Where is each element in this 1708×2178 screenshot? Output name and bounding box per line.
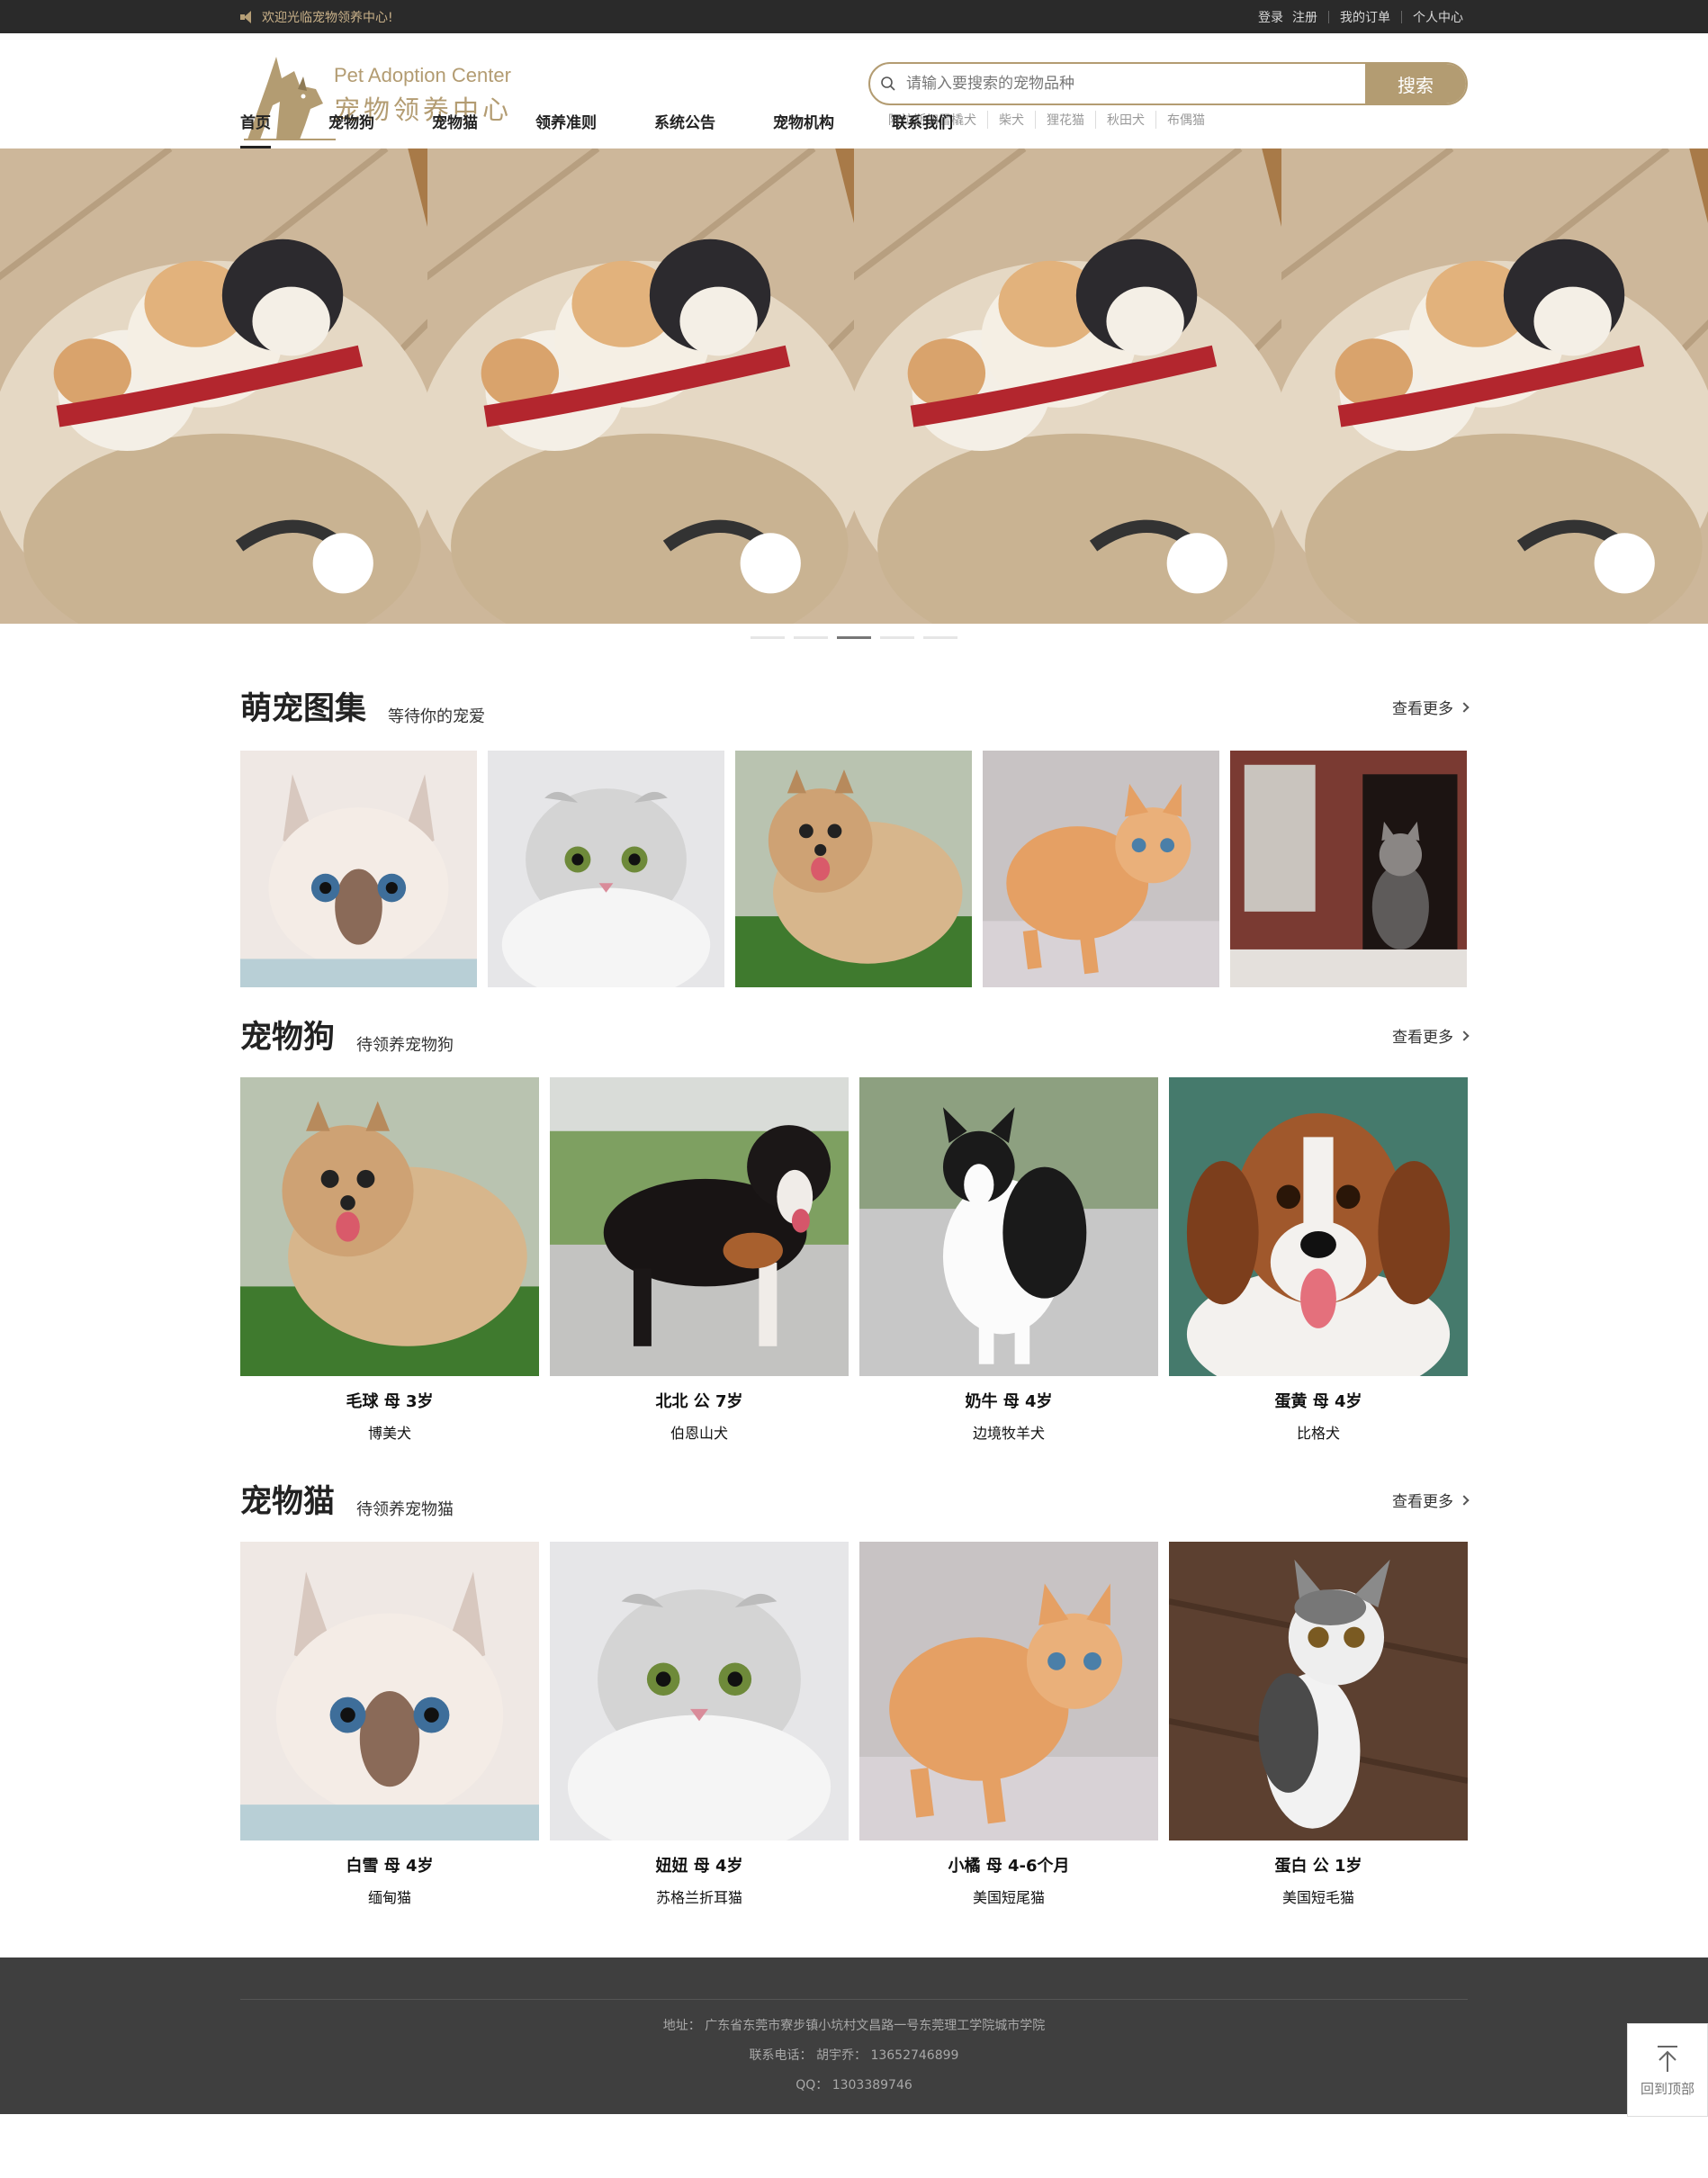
pet-card[interactable]: 奶牛 母 4岁 边境牧羊犬 — [859, 1077, 1158, 1443]
pet-name: 白雪 母 4岁 — [346, 1857, 434, 1876]
section-title: 宠物猫 — [240, 1484, 336, 1520]
pet-card[interactable]: 毛球 母 3岁 博美犬 — [240, 1077, 539, 1443]
user-center-link[interactable]: 个人中心 — [1408, 8, 1468, 26]
pet-breed: 伯恩山犬 — [670, 1425, 728, 1442]
nav-adoption-rules[interactable]: 领养准则 — [535, 110, 597, 148]
welcome-message: 欢迎光临宠物领养中心! — [240, 8, 393, 26]
pet-photo — [859, 1077, 1158, 1376]
top-bar: 欢迎光临宠物领养中心! 登录 注册 我的订单 个人中心 — [0, 0, 1708, 33]
banner-dot[interactable] — [751, 636, 785, 639]
nav-announcements[interactable]: 系统公告 — [654, 110, 715, 148]
nav-home[interactable]: 首页 — [240, 110, 271, 148]
pet-card[interactable]: 妞妞 母 4岁 苏格兰折耳猫 — [550, 1542, 849, 1907]
login-link[interactable]: 登录 — [1254, 8, 1288, 26]
pet-name: 奶牛 母 4岁 — [965, 1392, 1053, 1411]
divider — [1328, 10, 1329, 23]
banner-dot[interactable] — [880, 636, 914, 639]
section-subtitle: 待领养宠物猫 — [356, 1500, 454, 1519]
banner-image — [854, 148, 1281, 624]
pet-name: 北北 公 7岁 — [655, 1392, 743, 1411]
pet-photo — [1169, 1077, 1468, 1376]
pet-card[interactable]: 蛋白 公 1岁 美国短毛猫 — [1169, 1542, 1468, 1907]
chevron-right-icon — [1459, 1494, 1470, 1506]
gallery-photo[interactable] — [488, 751, 724, 987]
nav-cats[interactable]: 宠物猫 — [432, 110, 478, 148]
pet-photo — [1169, 1542, 1468, 1840]
my-orders-link[interactable]: 我的订单 — [1335, 8, 1395, 26]
chevron-right-icon — [1459, 701, 1470, 713]
nav-contact[interactable]: 联系我们 — [892, 110, 953, 148]
main-nav: 首页 宠物狗 宠物猫 领养准则 系统公告 宠物机构 联系我们 — [0, 73, 1708, 148]
chevron-right-icon — [1459, 1030, 1470, 1041]
gallery-photo[interactable] — [240, 751, 477, 987]
pet-breed: 苏格兰折耳猫 — [655, 1889, 742, 1906]
view-more-link[interactable]: 查看更多 — [1392, 1489, 1470, 1511]
back-to-top-button[interactable]: 回到顶部 — [1627, 2023, 1708, 2117]
pet-photo — [859, 1542, 1158, 1840]
photo-gallery — [240, 751, 1468, 987]
cats-section: 宠物猫 待领养宠物猫 查看更多 白雪 母 4岁 缅甸猫 妞妞 母 4岁 苏格兰折… — [240, 1479, 1470, 1907]
banner-dot[interactable] — [794, 636, 828, 639]
pet-breed: 美国短毛猫 — [1281, 1889, 1354, 1906]
banner-image — [427, 148, 855, 624]
pet-breed: 比格犬 — [1296, 1425, 1340, 1442]
back-to-top-label: 回到顶部 — [1640, 2080, 1695, 2097]
footer-divider — [240, 1999, 1468, 2000]
footer-address: 地址： 广东省东莞市寮步镇小坑村文昌路一号东莞理工学院城市学院 — [662, 2019, 1046, 2033]
register-link[interactable]: 注册 — [1288, 8, 1322, 26]
section-subtitle: 等待你的宠爱 — [388, 707, 486, 726]
cat-list: 白雪 母 4岁 缅甸猫 妞妞 母 4岁 苏格兰折耳猫 小橘 母 4-6个月 美国… — [240, 1542, 1468, 1907]
banner-pagination — [0, 636, 1708, 639]
pet-breed: 边境牧羊犬 — [972, 1425, 1045, 1442]
pet-card[interactable]: 蛋黄 母 4岁 比格犬 — [1169, 1077, 1468, 1443]
pet-card[interactable]: 北北 公 7岁 伯恩山犬 — [550, 1077, 849, 1443]
pet-breed: 缅甸猫 — [367, 1889, 411, 1906]
section-subtitle: 待领养宠物狗 — [356, 1036, 454, 1055]
hero-banner[interactable] — [0, 148, 1708, 624]
divider — [1401, 10, 1402, 23]
welcome-text: 欢迎光临宠物领养中心! — [262, 10, 393, 25]
pet-name: 妞妞 母 4岁 — [655, 1857, 743, 1876]
pet-photo — [240, 1077, 539, 1376]
gallery-photo[interactable] — [983, 751, 1219, 987]
section-title: 萌宠图集 — [240, 691, 367, 727]
banner-image — [1281, 148, 1708, 624]
footer-phone: 联系电话： 胡宇乔： 13652746899 — [749, 2048, 959, 2063]
dogs-section: 宠物狗 待领养宠物狗 查看更多 毛球 母 3岁 博美犬 北北 公 7岁 伯恩山犬… — [240, 1014, 1470, 1443]
speaker-icon — [240, 10, 253, 23]
gallery-photo[interactable] — [1230, 751, 1467, 987]
pet-photo — [240, 1542, 539, 1840]
pet-card[interactable]: 白雪 母 4岁 缅甸猫 — [240, 1542, 539, 1907]
banner-dot[interactable] — [923, 636, 957, 639]
pet-name: 蛋白 公 1岁 — [1274, 1857, 1362, 1876]
dog-list: 毛球 母 3岁 博美犬 北北 公 7岁 伯恩山犬 奶牛 母 4岁 边境牧羊犬 蛋… — [240, 1077, 1468, 1443]
section-title: 宠物狗 — [240, 1020, 336, 1056]
nav-organizations[interactable]: 宠物机构 — [773, 110, 834, 148]
pet-name: 小橘 母 4-6个月 — [948, 1857, 1070, 1876]
pet-photo — [550, 1077, 849, 1376]
banner-dot-active[interactable] — [837, 636, 871, 639]
gallery-photo[interactable] — [735, 751, 972, 987]
nav-dogs[interactable]: 宠物狗 — [328, 110, 374, 148]
pet-name: 毛球 母 3岁 — [346, 1392, 434, 1411]
pet-name: 蛋黄 母 4岁 — [1274, 1392, 1362, 1411]
pet-photo — [550, 1542, 849, 1840]
view-more-link[interactable]: 查看更多 — [1392, 1024, 1470, 1047]
pet-card[interactable]: 小橘 母 4-6个月 美国短尾猫 — [859, 1542, 1158, 1907]
view-more-link[interactable]: 查看更多 — [1392, 696, 1470, 718]
arrow-up-icon — [1658, 2045, 1677, 2072]
banner-image — [0, 148, 427, 624]
footer-qq: QQ： 1303389746 — [796, 2078, 912, 2092]
gallery-section: 萌宠图集 等待你的宠爱 查看更多 — [240, 686, 1470, 987]
pet-breed: 美国短尾猫 — [972, 1889, 1045, 1906]
pet-breed: 博美犬 — [367, 1425, 411, 1442]
footer: 地址： 广东省东莞市寮步镇小坑村文昌路一号东莞理工学院城市学院 联系电话： 胡宇… — [0, 1958, 1708, 2114]
account-links: 登录 注册 我的订单 个人中心 — [1254, 8, 1468, 26]
